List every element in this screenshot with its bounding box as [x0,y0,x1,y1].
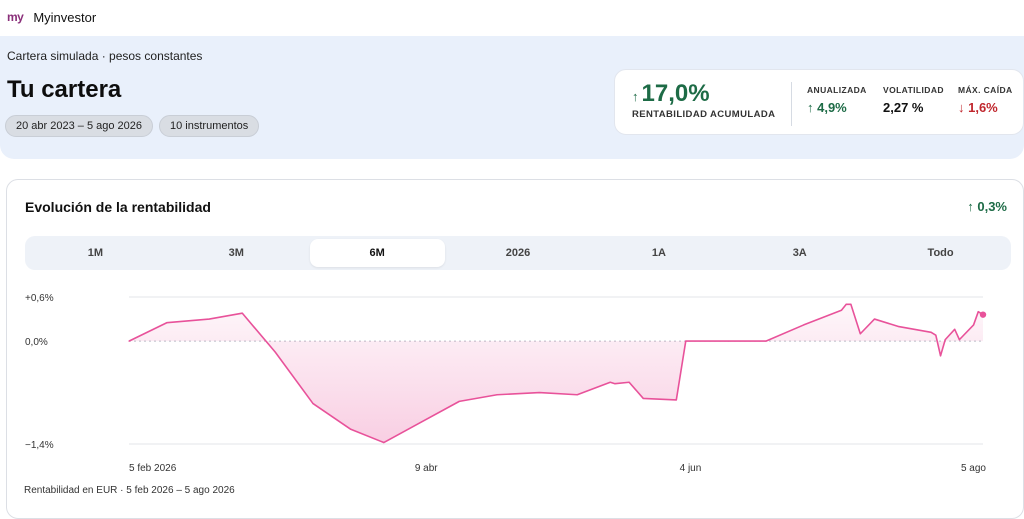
data-point [972,324,975,326]
data-point [458,400,460,402]
data-point [935,334,937,336]
series-area [129,304,983,443]
data-point [642,397,644,400]
data-point [840,309,843,311]
data-point [538,391,541,394]
data-point [897,325,899,327]
y-tick-label: +0,6% [25,293,54,304]
x-tick-label: 5 feb 2026 [129,463,177,474]
data-point [958,339,961,341]
y-tick-label: 0,0% [25,337,48,348]
data-point [614,383,616,385]
data-point [350,428,352,430]
data-point [576,394,578,396]
data-point [845,303,847,305]
performance-chart[interactable]: +0,6% 0,0% −1,4% 5 feb 2026 9 abr 4 jun 5 ago [0,0,1024,507]
data-point [496,394,498,396]
data-point [939,355,942,357]
x-tick-label: 4 jun [680,463,702,474]
last-point-marker [979,311,987,318]
data-point [383,441,385,444]
data-point [628,381,630,383]
data-point [609,381,611,383]
data-point [859,333,861,335]
data-point [765,340,767,342]
data-point [312,402,314,405]
x-tick-label: 5 ago [961,463,986,474]
data-point [873,318,876,320]
data-point [128,340,130,342]
data-point [675,399,677,401]
data-point [930,331,932,333]
data-point [420,421,423,423]
data-point [685,340,687,342]
y-tick-label: −1,4% [25,440,54,451]
data-point [241,312,243,314]
data-point [977,311,979,313]
data-point [803,324,805,326]
chart-footnote: Rentabilidad en EUR · 5 feb 2026 – 5 ago… [24,485,235,496]
data-point [208,318,210,320]
x-tick-label: 9 abr [415,463,438,474]
data-point [727,340,729,342]
data-point [954,328,956,330]
data-point [274,351,276,353]
data-point [166,322,168,324]
data-point [850,303,852,305]
data-point [944,339,946,341]
